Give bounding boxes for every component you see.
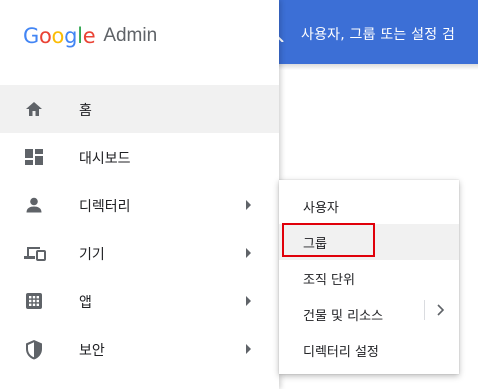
topbar-shadow bbox=[279, 64, 478, 70]
chevron-right-icon[interactable] bbox=[433, 300, 449, 320]
submenu-item-label: 건물 및 리소스 bbox=[303, 309, 384, 324]
directory-submenu: 사용자 그룹 조직 단위 건물 및 리소스 디렉터리 설정 bbox=[279, 180, 459, 374]
submenu-arrow-icon bbox=[246, 200, 251, 210]
shield-icon bbox=[24, 339, 44, 360]
sidebar-item-directory[interactable]: 디렉터리 bbox=[0, 181, 279, 229]
dashboard-icon bbox=[24, 147, 44, 167]
submenu-item-directory-settings[interactable]: 디렉터리 설정 bbox=[279, 332, 459, 368]
submenu-item-label: 그룹 bbox=[303, 237, 327, 252]
submenu-arrow-icon bbox=[246, 344, 251, 354]
sidebar-item-devices[interactable]: 기기 bbox=[0, 229, 279, 277]
search-icon bbox=[279, 18, 291, 43]
sidebar-item-label: 앱 bbox=[79, 295, 92, 311]
submenu-item-label: 디렉터리 설정 bbox=[303, 345, 379, 360]
apps-grid-icon bbox=[24, 291, 44, 311]
submenu-item-users[interactable]: 사용자 bbox=[279, 188, 459, 224]
submenu-arrow-icon bbox=[246, 248, 251, 258]
person-icon bbox=[24, 195, 44, 215]
google-admin-logo[interactable]: Google Admin bbox=[23, 22, 157, 50]
devices-icon bbox=[24, 243, 46, 263]
sidebar-item-label: 기기 bbox=[79, 247, 105, 263]
submenu-item-groups[interactable]: 그룹 bbox=[279, 224, 459, 260]
sidebar-item-label: 디렉터리 bbox=[79, 199, 131, 215]
home-icon bbox=[24, 99, 44, 119]
sidebar-item-label: 홈 bbox=[79, 103, 92, 119]
sidebar-item-security[interactable]: 보안 bbox=[0, 325, 279, 373]
nav-drawer: Google Admin 홈 대시보드 디렉터리 기기 앱 보안 bbox=[0, 0, 279, 389]
submenu-divider bbox=[424, 300, 425, 320]
search-bar[interactable]: 사용자, 그룹 또는 설정 검 bbox=[279, 0, 478, 64]
submenu-item-org-units[interactable]: 조직 단위 bbox=[279, 260, 459, 296]
product-name: Admin bbox=[103, 25, 158, 46]
submenu-arrow-icon bbox=[246, 296, 251, 306]
sidebar-item-label: 대시보드 bbox=[79, 151, 131, 167]
sidebar-item-dashboard[interactable]: 대시보드 bbox=[0, 133, 279, 181]
sidebar-item-home[interactable]: 홈 bbox=[0, 85, 279, 133]
submenu-item-buildings-resources[interactable]: 건물 및 리소스 bbox=[279, 296, 459, 332]
google-wordmark: Google bbox=[23, 24, 96, 48]
sidebar-item-apps[interactable]: 앱 bbox=[0, 277, 279, 325]
search-placeholder: 사용자, 그룹 또는 설정 검 bbox=[301, 27, 456, 43]
sidebar-item-label: 보안 bbox=[79, 343, 105, 359]
submenu-item-label: 조직 단위 bbox=[303, 273, 355, 288]
submenu-item-label: 사용자 bbox=[303, 201, 339, 216]
